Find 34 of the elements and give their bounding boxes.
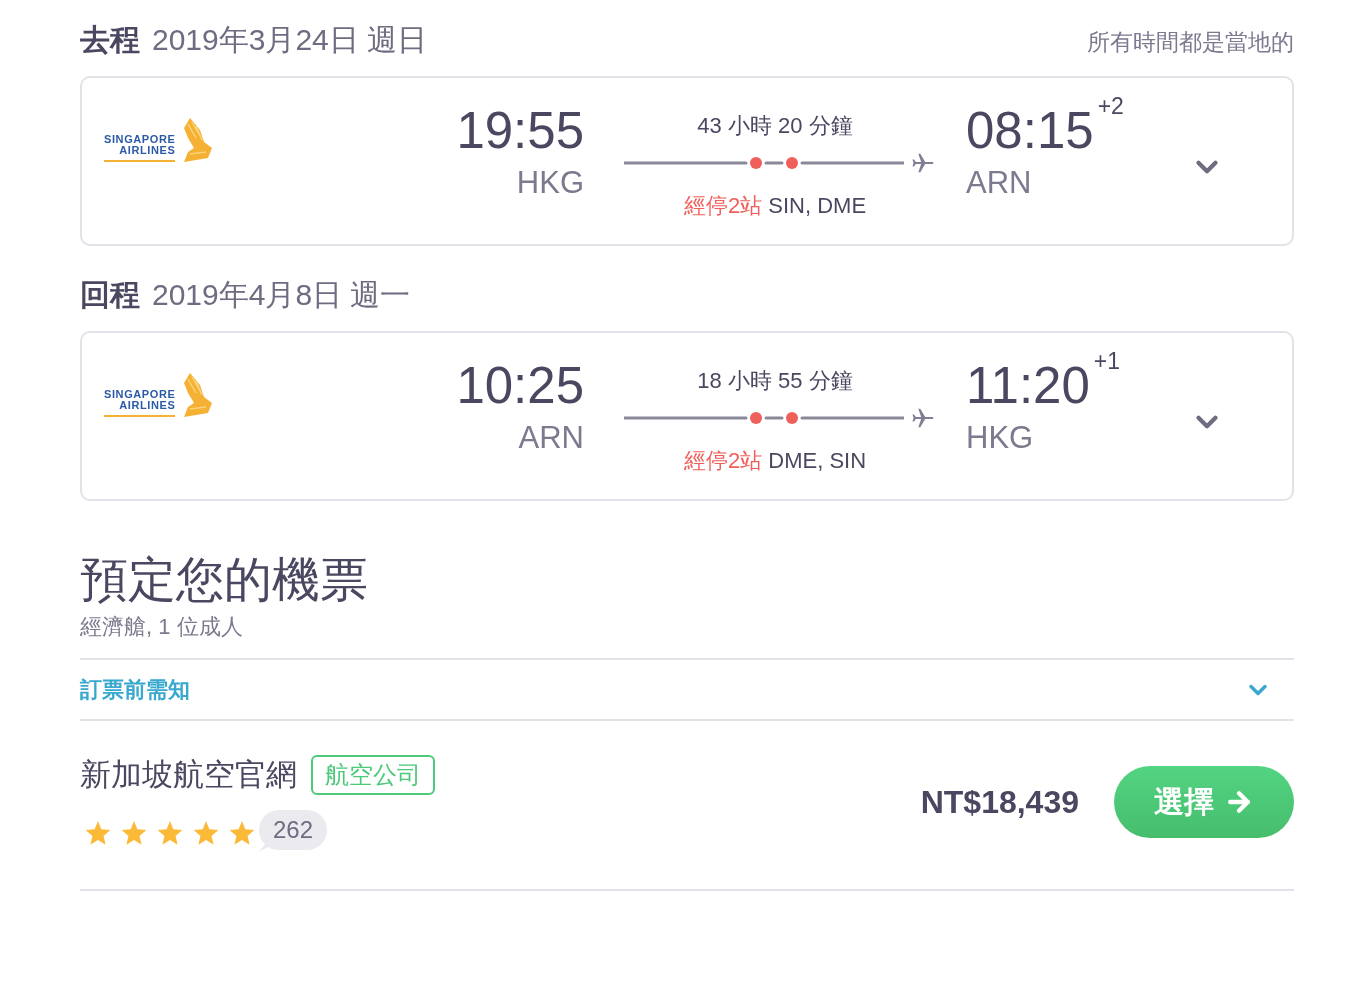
booking-subtitle: 經濟艙, 1 位成人 (80, 613, 244, 641)
arrival-airport: HKG (966, 420, 1034, 456)
star-icon (193, 821, 219, 846)
leg-label: 回程 (80, 277, 140, 313)
provider-type-tag: 航空公司 (311, 754, 435, 795)
departure-airport: HKG (516, 165, 584, 201)
logo-text: AIRLINES (119, 145, 176, 156)
arrival-airport: ARN (966, 165, 1032, 201)
stops-text: 經停2站 SIN, DME (683, 192, 867, 220)
review-count: 262 (259, 809, 328, 850)
flight-duration: 43 小時 20 分鐘 (697, 112, 853, 140)
provider-name: 新加坡航空官網 (80, 755, 297, 794)
arrival-time: 08:15 (966, 103, 1094, 159)
leg-date: 2019年4月8日 週一 (152, 277, 411, 313)
star-icon (121, 821, 147, 846)
arrival-time: 11:20 (966, 358, 1090, 414)
star-icon (85, 821, 111, 846)
star-icon (229, 821, 255, 846)
day-offset: +1 (1093, 350, 1121, 373)
leg-date: 2019年3月24日 週日 (152, 22, 428, 58)
booking-title: 預定您的機票 (80, 552, 369, 608)
price: NT$18,439 (920, 783, 1079, 821)
logo-text: SINGAPORE (104, 389, 176, 400)
flight-duration: 18 小時 55 分鐘 (697, 367, 853, 395)
star-icon (157, 821, 183, 846)
stops-text: 經停2站 DME, SIN (683, 447, 867, 475)
departure-airport: ARN (518, 420, 584, 456)
day-offset: +2 (1097, 95, 1124, 118)
leg-label: 去程 (80, 22, 140, 58)
departure-time: 19:55 (456, 103, 584, 159)
departure-time: 10:25 (456, 358, 584, 414)
local-time-note: 所有時間都是當地的 (1087, 28, 1294, 57)
logo-text: AIRLINES (119, 400, 176, 411)
logo-text: SINGAPORE (104, 134, 176, 145)
